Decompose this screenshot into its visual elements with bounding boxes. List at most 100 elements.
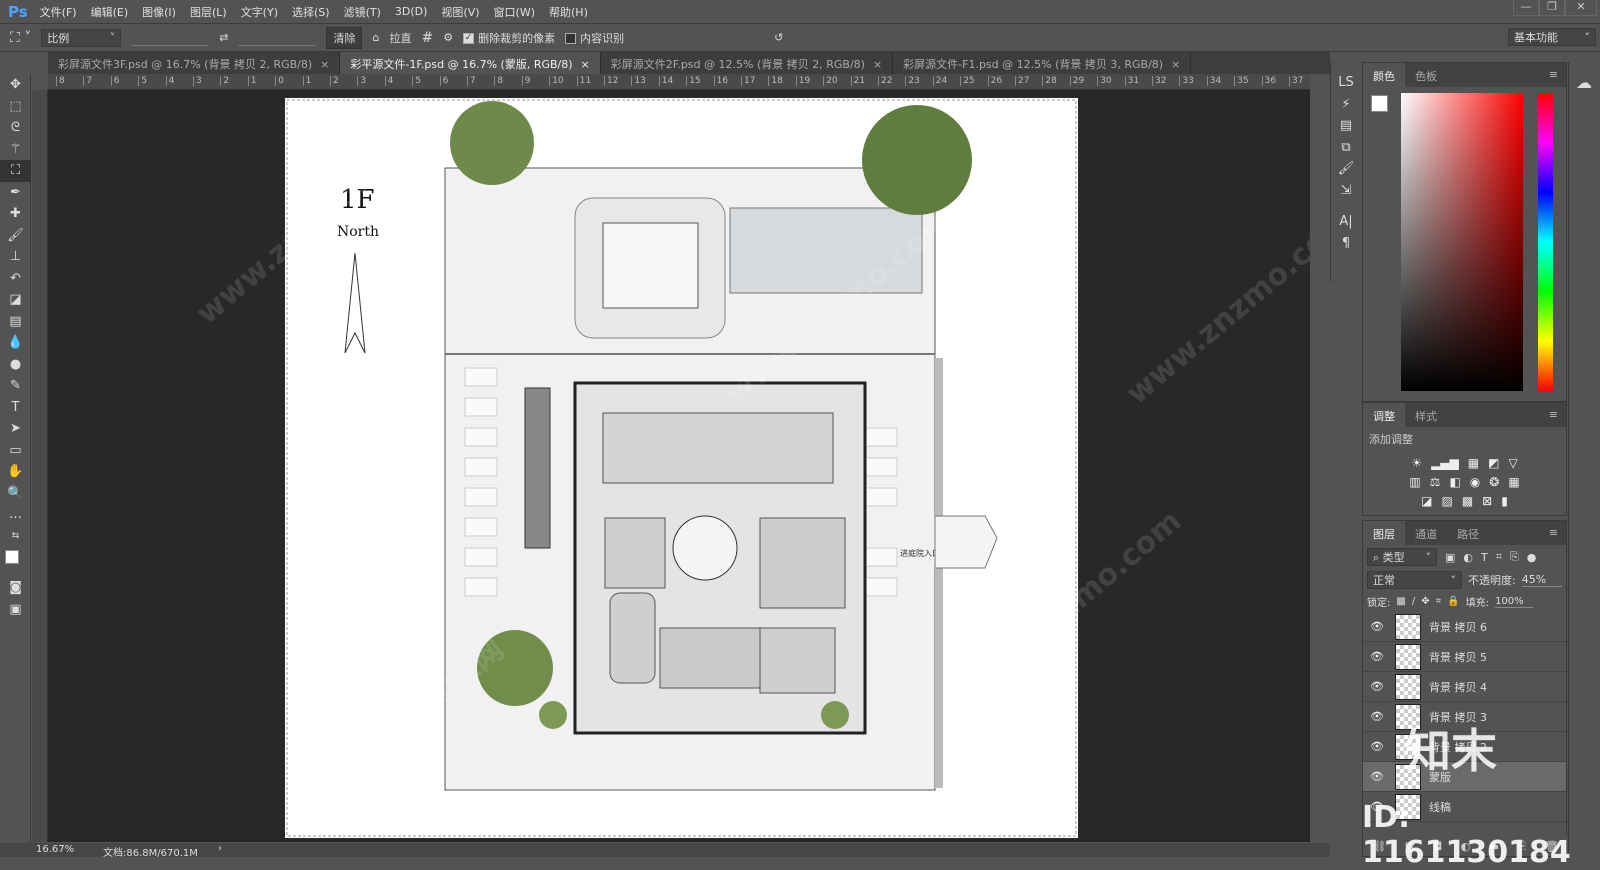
tab-2f[interactable]: 彩屏源文件2F.psd @ 12.5% (背景 拷贝 2, RGB/8) × [601,52,894,74]
threshold-icon[interactable]: ▩ [1462,494,1473,508]
visibility-eye-icon[interactable]: 👁 [1363,650,1391,663]
tab-3f[interactable]: 彩屏源文件3F.psd @ 16.7% (背景 拷贝 2, RGB/8) × [48,52,341,74]
foreground-swatch[interactable] [1371,95,1388,112]
close-tab-icon[interactable]: × [873,58,882,71]
gradient-tool-icon[interactable]: ▤ [0,311,31,333]
exposure-icon[interactable]: ◩ [1488,456,1499,470]
magic-wand-icon[interactable]: ⚚ [0,139,31,161]
lock-all-icon[interactable]: 🔒 [1447,596,1459,607]
healing-brush-icon[interactable]: ✚ [0,203,31,225]
straighten-button[interactable]: 拉直 [389,30,411,46]
visibility-eye-icon[interactable]: 👁 [1363,710,1391,723]
menu-select[interactable]: 选择(S) [292,4,330,20]
zoom-tool-icon[interactable]: 🔍 [0,483,31,505]
move-tool-icon[interactable]: ✥ [0,74,31,96]
delete-cropped-checkbox[interactable]: ✓ 删除裁剪的像素 [463,30,555,46]
fill-field[interactable]: 100% [1495,596,1534,608]
brush-tool-icon[interactable]: 🖌 [0,225,31,247]
hue-saturation-icon[interactable]: ▥ [1409,475,1420,489]
filter-pixel-icon[interactable]: ▣ [1445,551,1455,564]
properties-icon[interactable]: ▤ [1331,115,1361,137]
paragraph-icon[interactable]: ¶ [1331,233,1361,255]
selective-color-icon[interactable]: ⊠ [1482,494,1492,508]
minimize-button[interactable]: — [1513,0,1539,16]
grid-overlay-icon[interactable]: # [421,30,433,46]
marquee-tool-icon[interactable]: ⬚ [0,96,31,118]
menu-file[interactable]: 文件(F) [40,4,77,20]
panel-menu-icon[interactable]: ≡ [1541,521,1566,545]
lock-artboard-icon[interactable]: ⌗ [1436,596,1442,607]
panel-menu-icon[interactable]: ≡ [1541,63,1566,87]
history-icon[interactable]: LS [1331,72,1361,94]
close-tab-icon[interactable]: × [320,58,329,71]
blur-tool-icon[interactable]: 💧 [0,332,31,354]
filter-type-icon[interactable]: T [1481,551,1488,564]
close-tab-icon[interactable]: × [1171,58,1180,71]
brightness-icon[interactable]: ☀ [1411,456,1422,470]
color-balance-icon[interactable]: ⚖ [1430,475,1441,489]
posterize-icon[interactable]: ▨ [1441,494,1452,508]
filter-adjustment-icon[interactable]: ◐ [1463,551,1473,564]
invert-icon[interactable]: ◪ [1421,494,1432,508]
tab-paths[interactable]: 路径 [1447,521,1489,545]
lasso-tool-icon[interactable]: ᘓ [0,117,31,139]
eraser-icon[interactable]: ◪ [0,289,31,311]
vibrance-icon[interactable]: ▽ [1508,456,1517,470]
path-selection-icon[interactable]: ➤ [0,418,31,440]
opacity-field[interactable]: 45% [1521,573,1562,587]
menu-view[interactable]: 视图(V) [441,4,479,20]
more-tools-icon[interactable]: … [0,504,31,526]
creative-cloud-icon[interactable]: ☁ [1569,72,1599,94]
menu-layer[interactable]: 图层(L) [190,4,227,20]
swap-icon[interactable]: ⇄ [219,31,228,44]
menu-3d[interactable]: 3D(D) [395,5,428,18]
menu-window[interactable]: 窗口(W) [494,4,535,20]
levels-icon[interactable]: ▂▄▆ [1431,456,1459,470]
menu-help[interactable]: 帮助(H) [549,4,588,20]
pen-tool-icon[interactable]: ✎ [0,375,31,397]
tab-layers[interactable]: 图层 [1363,521,1405,545]
layer-row[interactable]: 👁 背景 拷贝 4 [1363,672,1566,702]
tab-adjustments[interactable]: 调整 [1363,403,1405,427]
tab-f1[interactable]: 彩屏源文件-F1.psd @ 12.5% (背景 拷贝 3, RGB/8) × [893,52,1192,74]
photo-filter-icon[interactable]: ◉ [1470,475,1480,489]
curves-icon[interactable]: ▦ [1468,456,1479,470]
filter-shape-icon[interactable]: ⌗ [1496,550,1502,564]
menu-image[interactable]: 图像(I) [142,4,176,20]
zoom-level[interactable]: 16.67% [36,844,74,855]
close-tab-icon[interactable]: × [581,58,590,71]
clone-stamp-icon[interactable]: ⊥ [0,246,31,268]
lock-paint-icon[interactable]: / [1412,596,1415,607]
menu-filter[interactable]: 滤镜(T) [344,4,381,20]
actions-icon[interactable]: ⚡ [1331,94,1361,116]
content-aware-checkbox[interactable]: 内容识别 [565,30,624,46]
gear-icon[interactable]: ⚙ [443,31,453,44]
menu-type[interactable]: 文字(Y) [241,4,278,20]
visibility-eye-icon[interactable]: 👁 [1363,620,1391,633]
rectangle-tool-icon[interactable]: ▭ [0,440,31,462]
blend-mode-select[interactable]: 正常 ˅ [1367,571,1462,589]
tab-1f[interactable]: 彩平源文件-1F.psd @ 16.7% (蒙版, RGB/8) × [340,52,601,74]
layer-row[interactable]: 👁 背景 拷贝 6 [1363,612,1566,642]
type-tool-icon[interactable]: T [0,397,31,419]
brush-settings-icon[interactable]: 🖌 [1331,158,1361,180]
tab-channels[interactable]: 通道 [1405,521,1447,545]
filter-toggle[interactable]: ● [1527,551,1537,564]
visibility-eye-icon[interactable]: 👁 [1363,770,1391,783]
black-white-icon[interactable]: ◧ [1449,475,1460,489]
tab-color[interactable]: 颜色 [1363,63,1405,87]
height-field[interactable] [238,30,317,46]
quick-mask-icon[interactable]: ◙ [0,577,31,599]
channel-mixer-icon[interactable]: ❂ [1489,475,1499,489]
gradient-map-icon[interactable]: ▮ [1501,494,1508,508]
foreground-background-color[interactable] [0,547,31,577]
document-canvas[interactable]: 1F North 进庭院入口方向 [285,98,1078,838]
color-field[interactable] [1401,93,1523,391]
clear-button[interactable]: 清除 [326,26,363,49]
straighten-icon[interactable]: ⌂ [372,31,379,44]
eyedropper-icon[interactable]: ✒ [0,182,31,204]
crop-tool-icon[interactable]: ⛶ [0,160,31,182]
visibility-eye-icon[interactable]: 👁 [1363,740,1391,753]
screen-mode-icon[interactable]: ▣ [0,599,31,621]
tab-styles[interactable]: 样式 [1405,403,1447,427]
